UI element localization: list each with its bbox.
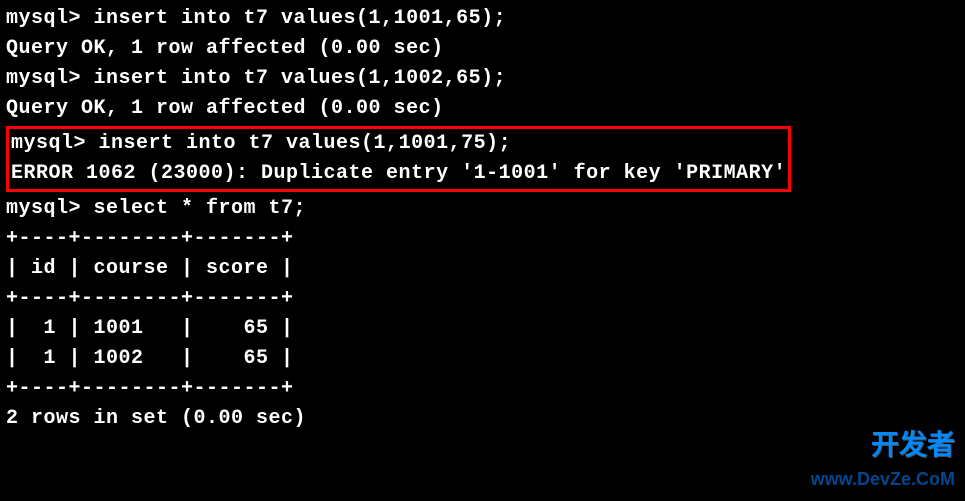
error-line: ERROR 1062 (23000): Duplicate entry '1-1… [9, 159, 788, 189]
mysql-prompt: mysql> [6, 67, 94, 90]
watermark: 开发者 www.DevZe.CoM [811, 424, 955, 493]
cmd-line-4: mysql> select * from t7; [6, 194, 959, 224]
table-row: | 1 | 1001 | 65 | [6, 314, 959, 344]
table-row: | 1 | 1002 | 65 | [6, 344, 959, 374]
sql-command: insert into t7 values(1,1002,65); [94, 67, 507, 90]
mysql-prompt: mysql> [11, 132, 99, 155]
cmd-line-2: mysql> insert into t7 values(1,1002,65); [6, 64, 959, 94]
table-separator: +----+--------+-------+ [6, 284, 959, 314]
result-line-2: Query OK, 1 row affected (0.00 sec) [6, 94, 959, 124]
sql-command: insert into t7 values(1,1001,65); [94, 7, 507, 30]
mysql-prompt: mysql> [6, 7, 94, 30]
watermark-en-text: www.DevZe.CoM [811, 466, 955, 493]
cmd-line-3: mysql> insert into t7 values(1,1001,75); [9, 129, 788, 159]
sql-command: insert into t7 values(1,1001,75); [99, 132, 512, 155]
sql-command: select * from t7; [94, 197, 307, 220]
result-line-1: Query OK, 1 row affected (0.00 sec) [6, 34, 959, 64]
mysql-prompt: mysql> [6, 197, 94, 220]
watermark-cn-text: 开发者 [811, 424, 955, 466]
error-highlight-box: mysql> insert into t7 values(1,1001,75);… [6, 126, 791, 192]
table-separator: +----+--------+-------+ [6, 224, 959, 254]
table-separator: +----+--------+-------+ [6, 374, 959, 404]
cmd-line-1: mysql> insert into t7 values(1,1001,65); [6, 4, 959, 34]
table-header: | id | course | score | [6, 254, 959, 284]
